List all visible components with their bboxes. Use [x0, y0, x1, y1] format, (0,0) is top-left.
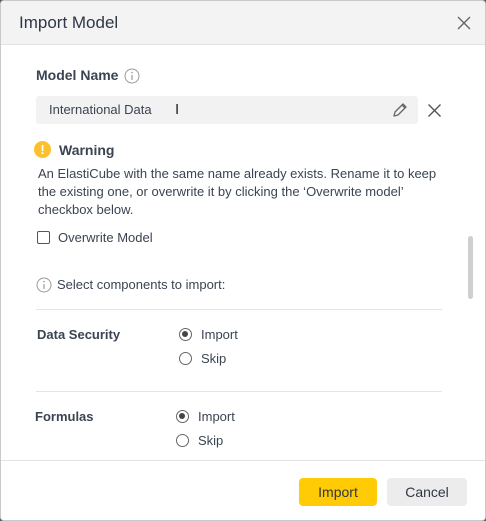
model-name-value[interactable]: International Data	[49, 102, 152, 117]
data-security-import-radio[interactable]	[179, 328, 192, 341]
text-cursor-icon: I	[175, 101, 180, 118]
close-icon[interactable]	[456, 15, 472, 31]
info-icon	[36, 277, 52, 293]
warning-title: Warning	[59, 142, 115, 158]
formulas-skip-label[interactable]: Skip	[198, 433, 223, 448]
formulas-label: Formulas	[35, 409, 94, 424]
import-model-dialog: Import Model Model Name International Da…	[0, 0, 486, 521]
formulas-import-radio[interactable]	[176, 410, 189, 423]
dialog-title: Import Model	[19, 13, 119, 32]
data-security-skip-label[interactable]: Skip	[201, 351, 226, 366]
import-button[interactable]: Import	[299, 478, 377, 506]
info-icon[interactable]	[124, 68, 140, 84]
overwrite-model-label[interactable]: Overwrite Model	[58, 230, 153, 245]
formulas-import-label[interactable]: Import	[198, 409, 235, 424]
warning-icon: !	[34, 141, 51, 158]
model-name-label: Model Name	[36, 67, 119, 83]
clear-icon[interactable]	[427, 103, 442, 118]
divider	[36, 391, 442, 392]
warning-message: An ElastiCube with the same name already…	[38, 166, 437, 217]
data-security-import-label[interactable]: Import	[201, 327, 238, 342]
data-security-skip-radio[interactable]	[179, 352, 192, 365]
cancel-button[interactable]: Cancel	[387, 478, 467, 506]
pencil-icon[interactable]	[391, 101, 409, 119]
dialog-content: Model Name International Data I ! Warnin…	[1, 46, 485, 460]
overwrite-model-checkbox[interactable]	[37, 231, 50, 244]
divider	[36, 309, 442, 310]
scrollbar-thumb[interactable]	[468, 236, 473, 299]
model-name-input[interactable]: International Data I	[36, 96, 418, 124]
dialog-footer: Import Cancel	[1, 460, 485, 520]
formulas-skip-radio[interactable]	[176, 434, 189, 447]
dialog-header: Import Model	[1, 1, 485, 45]
select-components-label: Select components to import:	[57, 277, 226, 292]
data-security-label: Data Security	[37, 327, 121, 342]
